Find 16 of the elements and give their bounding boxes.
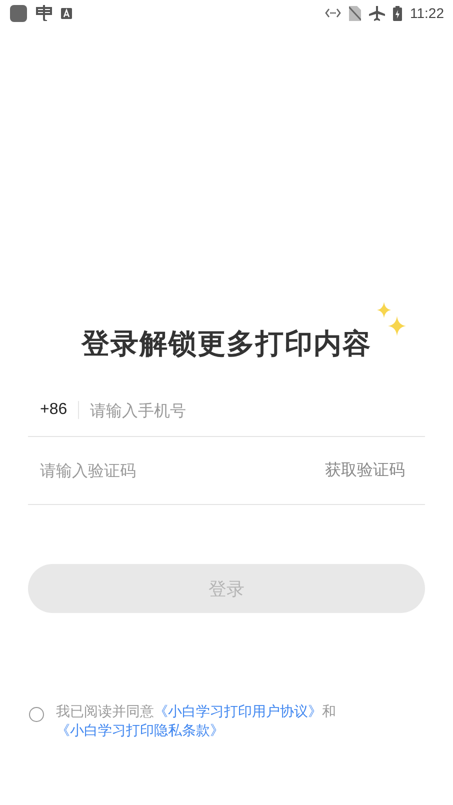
link-icon — [325, 8, 341, 18]
country-code[interactable]: +86 — [40, 401, 68, 419]
agreement-text: 我已阅读并同意《小白学习打印用户协议》和 《小白学习打印隐私条款》 — [56, 703, 337, 741]
page-title: 登录解锁更多打印内容 — [82, 326, 372, 362]
keyboard-icon — [61, 8, 72, 18]
app-icon — [10, 4, 27, 22]
battery-icon — [393, 6, 402, 20]
clock-time: 11:22 — [410, 5, 444, 21]
phone-field[interactable]: +86 请输入手机号 — [28, 384, 425, 437]
code-field[interactable]: 请输入验证码 — [40, 461, 325, 480]
no-sim-icon — [349, 6, 361, 20]
agreement-link[interactable]: 《小白学习打印用户协议》 — [154, 704, 322, 720]
airplane-icon — [369, 5, 385, 21]
agreement-link[interactable]: 《小白学习打印隐私条款》 — [56, 723, 224, 739]
agree-checkbox[interactable] — [29, 707, 44, 722]
get-code-button[interactable]: 获取验证码 — [325, 460, 405, 481]
